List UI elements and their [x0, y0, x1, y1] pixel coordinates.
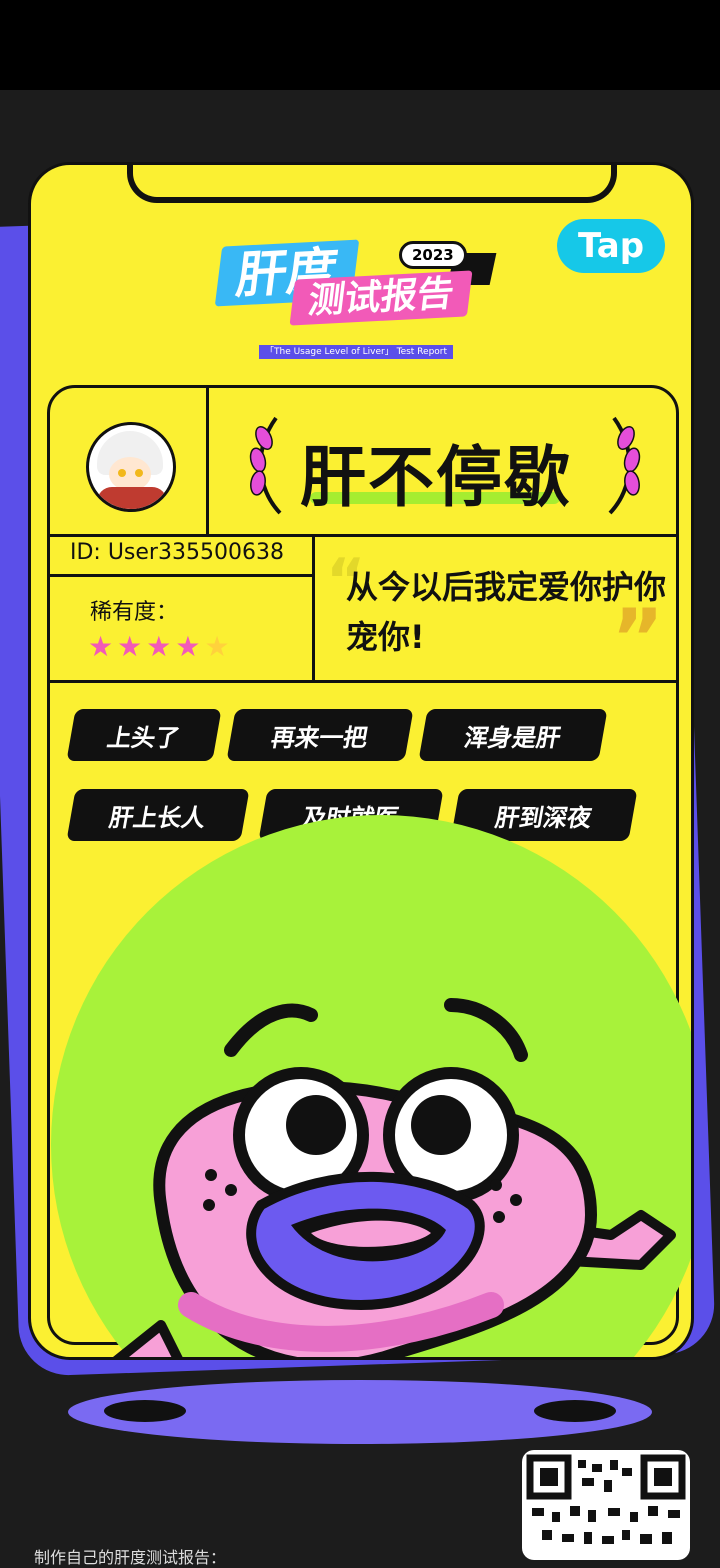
- star-icon: ★: [175, 630, 205, 663]
- top-bar: [0, 0, 720, 90]
- tag-chip[interactable]: 再来一把: [226, 709, 414, 761]
- quote-close-icon: ”: [611, 592, 664, 685]
- qr-code-icon[interactable]: [522, 1450, 690, 1560]
- rarity-label: 稀有度：: [90, 600, 179, 625]
- rank-title: 肝不停歇: [300, 439, 572, 516]
- star-icon: ★: [117, 630, 147, 663]
- report-card: Tap 肝度 2023 测试报告 「The Usage Level of Liv…: [28, 162, 694, 1360]
- title-sub: 测试报告: [289, 270, 473, 326]
- card-notch: [127, 165, 617, 203]
- star-icon: ★: [88, 630, 118, 663]
- tag-chip[interactable]: 肝上长人: [66, 789, 250, 841]
- tap-badge[interactable]: Tap: [557, 219, 665, 273]
- tag-chip[interactable]: 浑身是肝: [418, 709, 608, 761]
- footer-cta: 制作自己的肝度测试报告：: [34, 1548, 227, 1567]
- platform: [68, 1380, 652, 1444]
- rarity-stars: ★★★★★: [88, 630, 234, 663]
- star-icon: ★: [204, 630, 234, 663]
- title-english: 「The Usage Level of Liver」 Test Report: [259, 345, 454, 359]
- laurel-right-icon: [608, 416, 641, 515]
- user-id: ID: User335500638: [70, 540, 284, 565]
- tag-chip[interactable]: 上头了: [66, 709, 222, 761]
- liver-mascot-icon: [112, 998, 676, 1357]
- laurel-left-icon: [249, 416, 282, 515]
- title-year: 2023: [399, 241, 467, 269]
- star-icon: ★: [146, 630, 176, 663]
- avatar[interactable]: [86, 422, 176, 512]
